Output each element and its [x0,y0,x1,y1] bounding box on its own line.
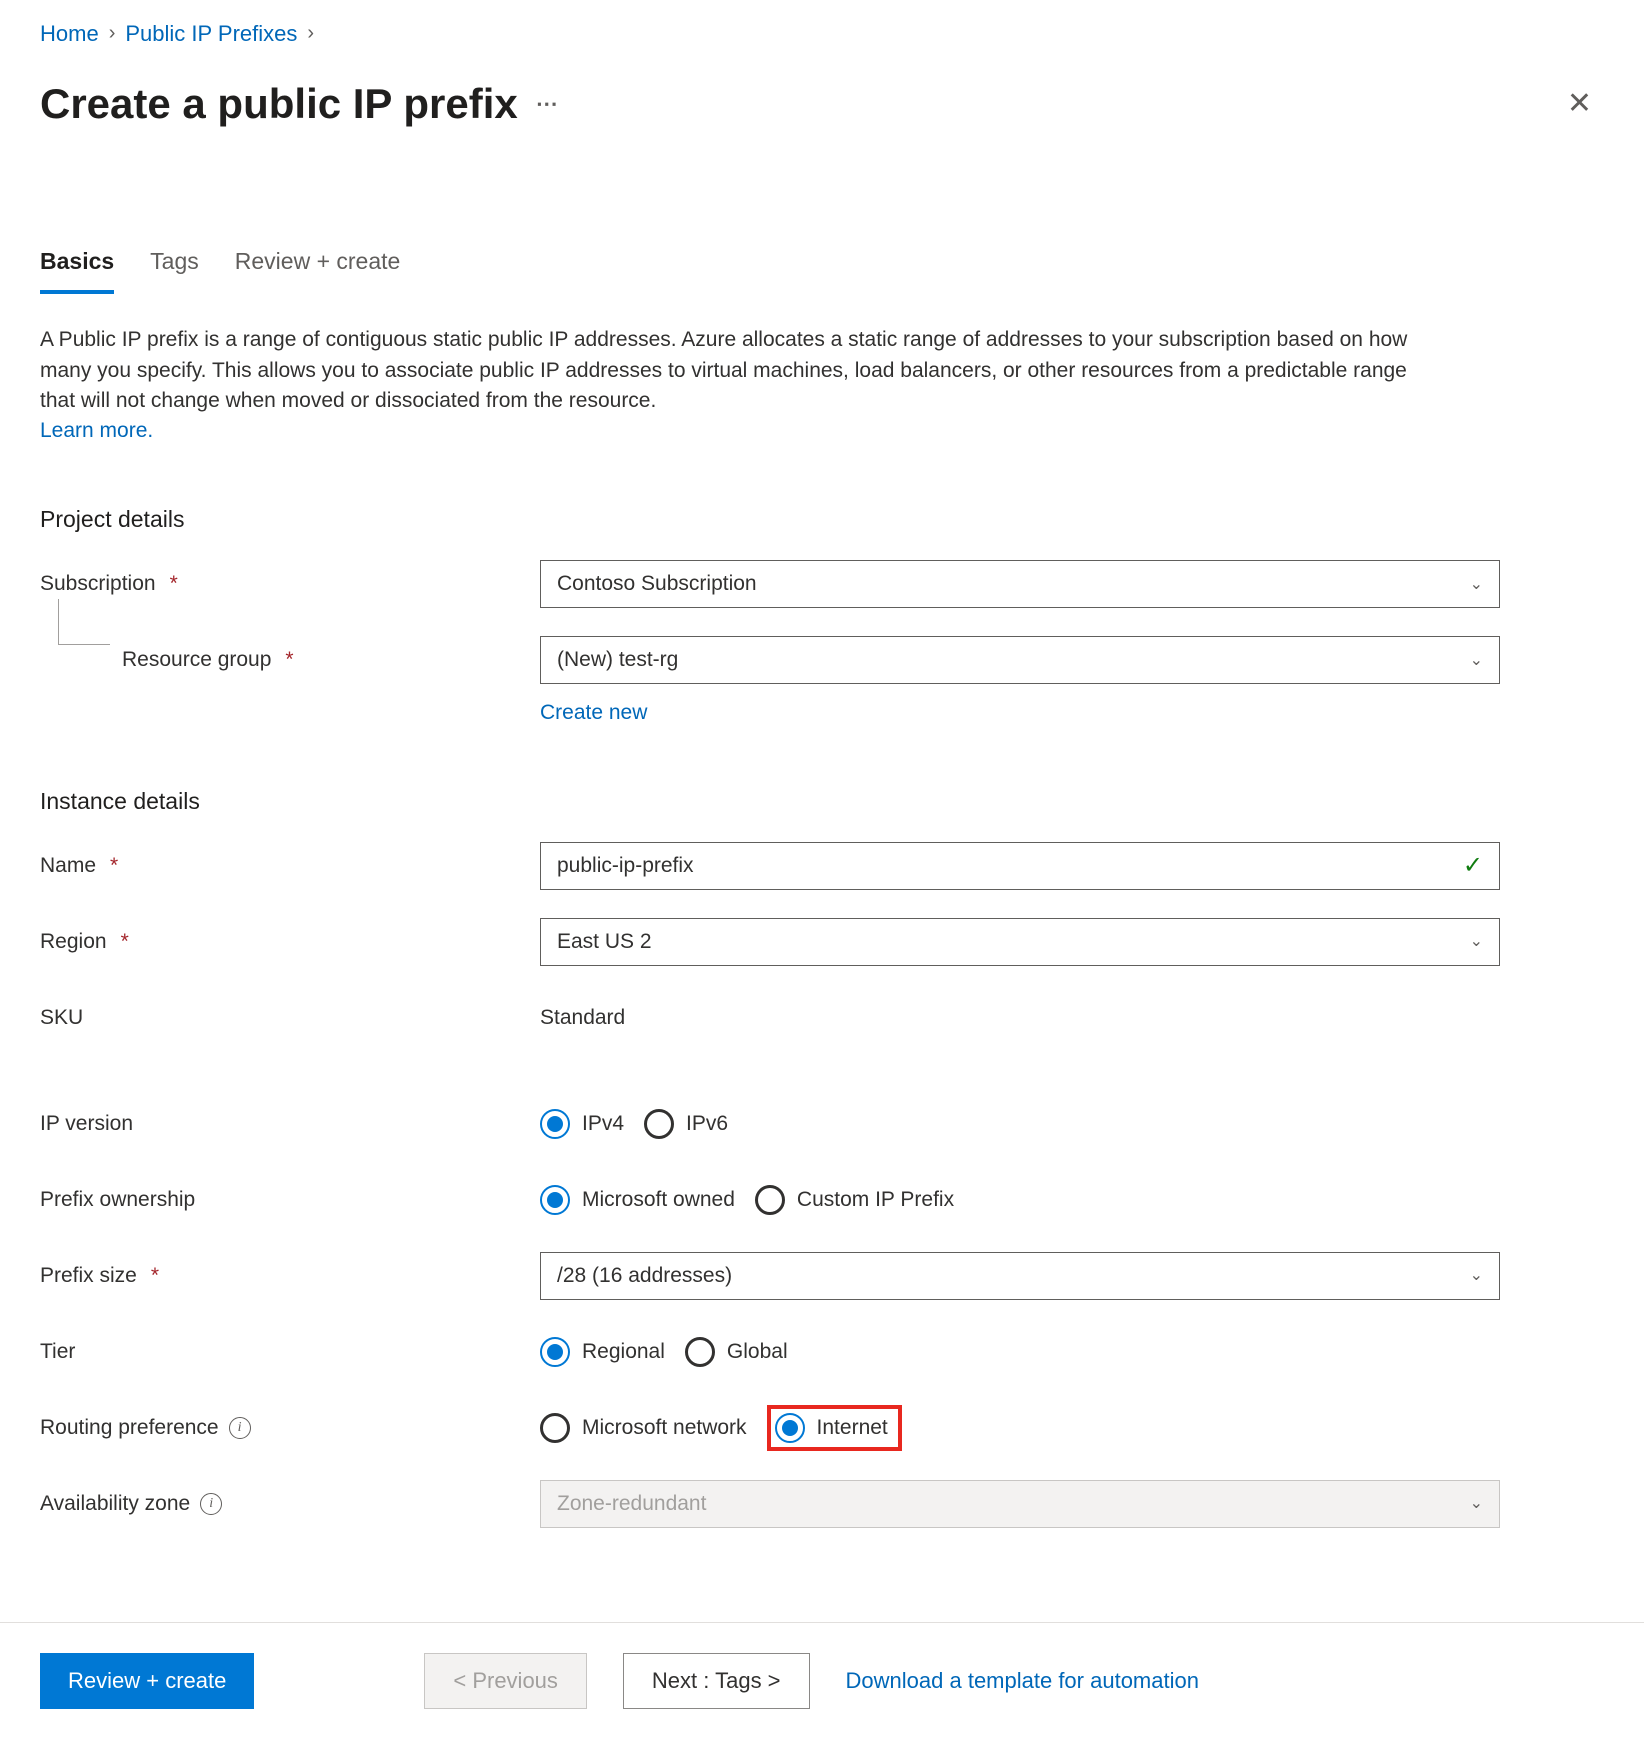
radio-regional[interactable]: Regional [540,1337,665,1367]
label-sku: SKU [40,1003,540,1033]
prefix-ownership-radio-group: Microsoft owned Custom IP Prefix [540,1185,954,1215]
availability-zone-value: Zone-redundant [557,1489,706,1519]
radio-microsoft-network[interactable]: Microsoft network [540,1413,747,1443]
chevron-down-icon: ⌄ [1470,1492,1483,1515]
download-template-link[interactable]: Download a template for automation [846,1665,1199,1697]
breadcrumb: Home › Public IP Prefixes › [40,0,1604,50]
previous-button: < Previous [424,1653,587,1709]
label-prefix-size: Prefix size* [40,1261,540,1291]
breadcrumb-home[interactable]: Home [40,18,99,50]
chevron-right-icon: › [109,19,116,48]
tabs: Basics Tags Review + create [40,245,1604,295]
name-input[interactable] [557,843,1463,889]
breadcrumb-public-ip-prefixes[interactable]: Public IP Prefixes [125,18,297,50]
region-value: East US 2 [557,927,652,957]
radio-global[interactable]: Global [685,1337,788,1367]
routing-preference-radio-group: Microsoft network Internet [540,1405,902,1451]
check-icon: ✓ [1463,849,1483,884]
review-create-button[interactable]: Review + create [40,1653,254,1709]
name-input-wrapper: ✓ [540,842,1500,890]
tab-basics[interactable]: Basics [40,245,114,294]
radio-ipv4[interactable]: IPv4 [540,1109,624,1139]
section-instance-details: Instance details [40,785,1604,818]
tab-review-create[interactable]: Review + create [235,245,401,294]
label-name: Name* [40,851,540,881]
radio-internet[interactable]: Internet [775,1413,888,1443]
prefix-size-dropdown[interactable]: /28 (16 addresses) ⌄ [540,1252,1500,1300]
radio-custom-ip-prefix[interactable]: Custom IP Prefix [755,1185,954,1215]
availability-zone-dropdown: Zone-redundant ⌄ [540,1480,1500,1528]
description: A Public IP prefix is a range of contigu… [40,325,1440,447]
region-dropdown[interactable]: East US 2 ⌄ [540,918,1500,966]
subscription-value: Contoso Subscription [557,569,757,599]
description-text: A Public IP prefix is a range of contigu… [40,328,1407,412]
page-title-text: Create a public IP prefix [40,74,518,135]
radio-ipv6[interactable]: IPv6 [644,1109,728,1139]
label-prefix-ownership: Prefix ownership [40,1185,540,1215]
label-availability-zone: Availability zone i [40,1489,540,1519]
info-icon[interactable]: i [229,1417,251,1439]
next-button[interactable]: Next : Tags > [623,1653,810,1709]
chevron-down-icon: ⌄ [1470,930,1483,953]
resource-group-value: (New) test-rg [557,645,678,675]
ip-version-radio-group: IPv4 IPv6 [540,1109,728,1139]
subscription-dropdown[interactable]: Contoso Subscription ⌄ [540,560,1500,608]
chevron-down-icon: ⌄ [1470,573,1483,596]
label-subscription: Subscription* [40,569,540,599]
sku-value: Standard [540,1003,625,1033]
more-icon[interactable]: ⋯ [536,88,558,120]
prefix-size-value: /28 (16 addresses) [557,1261,732,1291]
chevron-down-icon: ⌄ [1470,649,1483,672]
resource-group-dropdown[interactable]: (New) test-rg ⌄ [540,636,1500,684]
highlight-box: Internet [767,1405,902,1451]
label-routing-preference: Routing preference i [40,1413,540,1443]
label-region: Region* [40,927,540,957]
tab-tags[interactable]: Tags [150,245,199,294]
label-ip-version: IP version [40,1109,540,1139]
tier-radio-group: Regional Global [540,1337,788,1367]
radio-microsoft-owned[interactable]: Microsoft owned [540,1185,735,1215]
page-title: Create a public IP prefix ⋯ [40,74,558,135]
info-icon[interactable]: i [200,1493,222,1515]
chevron-right-icon: › [307,19,314,48]
close-icon[interactable]: ✕ [1555,81,1604,127]
label-resource-group: Resource group* [40,645,540,675]
create-new-link[interactable]: Create new [540,701,647,724]
label-tier: Tier [40,1337,540,1367]
section-project-details: Project details [40,503,1604,536]
footer-bar: Review + create < Previous Next : Tags >… [0,1622,1644,1759]
chevron-down-icon: ⌄ [1470,1264,1483,1287]
learn-more-link[interactable]: Learn more. [40,419,153,442]
